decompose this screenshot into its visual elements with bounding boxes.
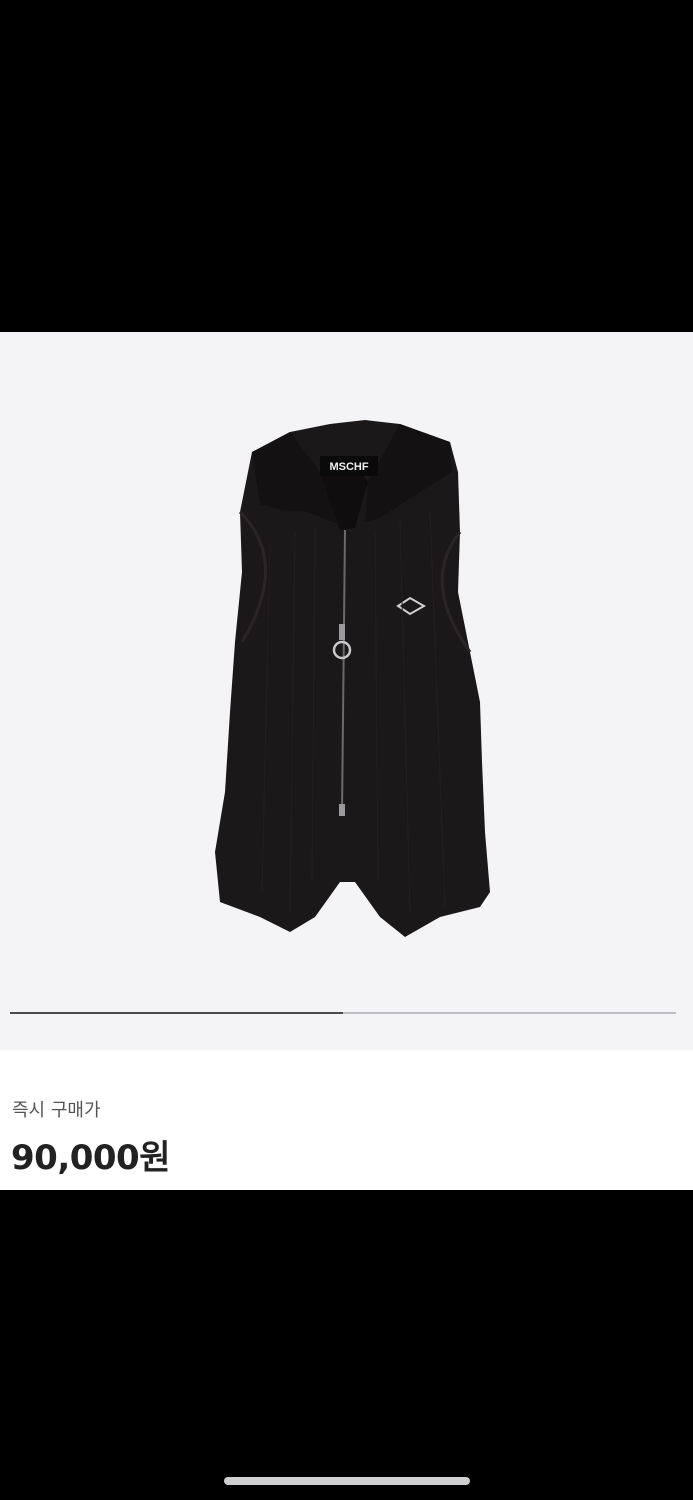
price-section: 즉시 구매가 90,000원 xyxy=(0,1050,693,1190)
price-value: 90,000원 xyxy=(11,1138,170,1178)
brand-label: MSCHF xyxy=(329,461,368,473)
bottom-letterbox xyxy=(0,1190,693,1500)
home-indicator[interactable] xyxy=(224,1477,470,1485)
top-letterbox xyxy=(0,0,693,332)
price-label: 즉시 구매가 xyxy=(12,1100,101,1121)
product-image-gallery[interactable]: MSCHF xyxy=(0,332,693,1050)
product-image: MSCHF xyxy=(190,412,500,952)
gallery-progress-bar xyxy=(10,1012,676,1014)
gallery-progress-fill xyxy=(10,1012,343,1014)
